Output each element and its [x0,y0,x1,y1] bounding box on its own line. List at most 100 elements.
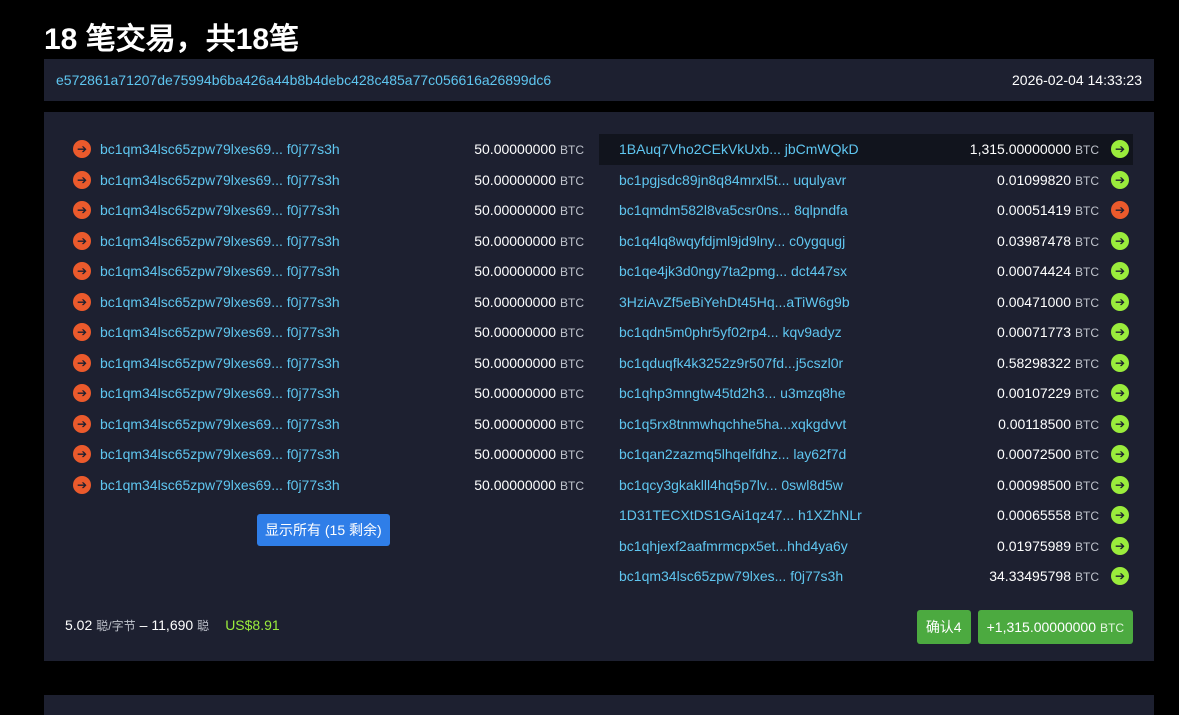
output-unit: BTC [1075,539,1099,554]
input-row: ➔ bc1qm34lsc65zpw79lxes69... f0j77s3h 50… [64,195,584,226]
output-address[interactable]: 3HziAvZf5eBiYehDt45Hq...aTiW6g9b [619,294,879,310]
output-address[interactable]: bc1qcy3gkaklll4hq5p7lv... 0swl8d5w [619,477,879,493]
output-amount: 0.00051419 BTC [879,202,1099,218]
arrow-right-icon[interactable]: ➔ [1111,262,1129,281]
output-address[interactable]: bc1qmdm582l8va5csr0ns... 8qlpndfa [619,202,879,218]
txid-link[interactable]: e572861a71207de75994b6ba426a44b8b4debc42… [56,72,551,88]
input-amount-value: 50.00000000 [474,324,556,341]
arrow-right-icon[interactable]: ➔ [1111,384,1129,403]
input-amount: 50.00000000 BTC [380,385,584,401]
output-amount: 34.33495798 BTC [879,568,1099,584]
arrow-right-icon[interactable]: ➔ [73,140,91,159]
next-tx-panel [44,695,1154,715]
output-amount-value: 1,315.00000000 [969,141,1071,158]
output-amount-value: 34.33495798 [989,568,1071,585]
input-address[interactable]: bc1qm34lsc65zpw79lxes69... f0j77s3h [100,263,380,279]
input-address[interactable]: bc1qm34lsc65zpw79lxes69... f0j77s3h [100,416,380,432]
input-address[interactable]: bc1qm34lsc65zpw79lxes69... f0j77s3h [100,233,380,249]
output-amount-value: 0.00118500 [998,415,1071,432]
input-address[interactable]: bc1qm34lsc65zpw79lxes69... f0j77s3h [100,172,380,188]
input-amount: 50.00000000 BTC [380,324,584,340]
arrow-right-icon[interactable]: ➔ [73,262,91,281]
output-address[interactable]: bc1q4lq8wqyfdjml9jd9lny... c0ygqugj [619,233,879,249]
output-address[interactable]: bc1qm34lsc65zpw79lxes... f0j77s3h [619,568,879,584]
fee-usd: US$8.91 [225,617,280,633]
total-unit: BTC [1100,621,1124,635]
arrow-right-icon[interactable]: ➔ [1111,231,1129,250]
input-amount-value: 50.00000000 [474,293,556,310]
output-row: bc1qe4jk3d0ngy7ta2pmg... dct447sx 0.0007… [599,256,1133,287]
arrow-right-icon[interactable]: ➔ [73,201,91,220]
arrow-right-icon[interactable]: ➔ [1111,475,1129,494]
input-address[interactable]: bc1qm34lsc65zpw79lxes69... f0j77s3h [100,477,380,493]
output-amount-value: 0.00471000 [997,293,1071,310]
output-amount: 0.00065558 BTC [879,507,1099,523]
output-unit: BTC [1075,417,1099,432]
input-address[interactable]: bc1qm34lsc65zpw79lxes69... f0j77s3h [100,385,380,401]
arrow-right-icon[interactable]: ➔ [1111,567,1129,586]
input-address[interactable]: bc1qm34lsc65zpw79lxes69... f0j77s3h [100,446,380,462]
input-amount: 50.00000000 BTC [380,172,584,188]
arrow-right-icon[interactable]: ➔ [73,445,91,464]
output-address[interactable]: 1D31TECXtDS1GAi1qz47... h1XZhNLr [619,507,879,523]
show-all-button[interactable]: 显示所有 (15 剩余) [257,514,390,546]
output-row: 1BAuq7Vho2CEkVkUxb... jbCmWQkD 1,315.000… [599,134,1133,165]
input-address[interactable]: bc1qm34lsc65zpw79lxes69... f0j77s3h [100,294,380,310]
output-row: bc1qduqfk4k3252z9r507fd...j5cszl0r 0.582… [599,348,1133,379]
output-row: bc1qmdm582l8va5csr0ns... 8qlpndfa 0.0005… [599,195,1133,226]
output-amount-value: 0.00074424 [997,263,1071,280]
output-amount: 0.58298322 BTC [879,355,1099,371]
input-amount: 50.00000000 BTC [380,141,584,157]
arrow-right-icon[interactable]: ➔ [73,292,91,311]
arrow-right-icon[interactable]: ➔ [1111,536,1129,555]
input-amount: 50.00000000 BTC [380,294,584,310]
arrow-right-icon[interactable]: ➔ [73,475,91,494]
output-address[interactable]: bc1qhp3mngtw45td2h3... u3mzq8he [619,385,879,401]
output-unit: BTC [1075,143,1099,158]
arrow-right-icon[interactable]: ➔ [1111,353,1129,372]
arrow-right-icon[interactable]: ➔ [1111,140,1129,159]
output-amount: 0.01975989 BTC [879,538,1099,554]
arrow-right-icon[interactable]: ➔ [73,414,91,433]
arrow-right-icon[interactable]: ➔ [1111,292,1129,311]
output-address[interactable]: bc1q5rx8tnmwhqchhe5ha...xqkgdvvt [619,416,879,432]
arrow-right-icon[interactable]: ➔ [73,170,91,189]
input-address[interactable]: bc1qm34lsc65zpw79lxes69... f0j77s3h [100,141,380,157]
input-address[interactable]: bc1qm34lsc65zpw79lxes69... f0j77s3h [100,355,380,371]
output-address[interactable]: bc1qan2zazmq5lhqelfdhz... lay62f7d [619,446,879,462]
input-amount: 50.00000000 BTC [380,355,584,371]
total-amount-button[interactable]: +1,315.00000000 BTC [977,610,1133,644]
output-amount: 1,315.00000000 BTC [879,141,1099,157]
output-address[interactable]: bc1pgjsdc89jn8q84mrxl5t... uqulyavr [619,172,879,188]
input-amount-value: 50.00000000 [474,415,556,432]
arrow-right-icon[interactable]: ➔ [1111,201,1129,220]
output-amount-value: 0.01975989 [997,537,1071,554]
confirmations-button[interactable]: 确认4 [916,610,971,644]
arrow-right-icon[interactable]: ➔ [73,231,91,250]
arrow-right-icon[interactable]: ➔ [1111,323,1129,342]
arrow-right-icon[interactable]: ➔ [1111,414,1129,433]
input-unit: BTC [560,478,584,493]
output-address[interactable]: 1BAuq7Vho2CEkVkUxb... jbCmWQkD [619,141,879,157]
input-address[interactable]: bc1qm34lsc65zpw79lxes69... f0j77s3h [100,324,380,340]
arrow-right-icon[interactable]: ➔ [1111,506,1129,525]
input-unit: BTC [560,143,584,158]
output-amount: 0.00471000 BTC [879,294,1099,310]
output-address[interactable]: bc1qe4jk3d0ngy7ta2pmg... dct447sx [619,263,879,279]
input-address[interactable]: bc1qm34lsc65zpw79lxes69... f0j77s3h [100,202,380,218]
input-row: ➔ bc1qm34lsc65zpw79lxes69... f0j77s3h 50… [64,165,584,196]
arrow-right-icon[interactable]: ➔ [1111,170,1129,189]
input-amount: 50.00000000 BTC [380,202,584,218]
arrow-right-icon[interactable]: ➔ [73,384,91,403]
arrow-right-icon[interactable]: ➔ [73,353,91,372]
output-address[interactable]: bc1qhjexf2aafmrmcpx5et...hhd4ya6y [619,538,879,554]
arrow-right-icon[interactable]: ➔ [1111,445,1129,464]
output-amount: 0.00107229 BTC [879,385,1099,401]
input-amount-value: 50.00000000 [474,476,556,493]
output-address[interactable]: bc1qduqfk4k3252z9r507fd...j5cszl0r [619,355,879,371]
tx-header: e572861a71207de75994b6ba426a44b8b4debc42… [44,59,1154,101]
output-address[interactable]: bc1qdn5m0phr5yf02rp4... kqv9adyz [619,324,879,340]
input-unit: BTC [560,387,584,402]
arrow-right-icon[interactable]: ➔ [73,323,91,342]
output-unit: BTC [1075,204,1099,219]
